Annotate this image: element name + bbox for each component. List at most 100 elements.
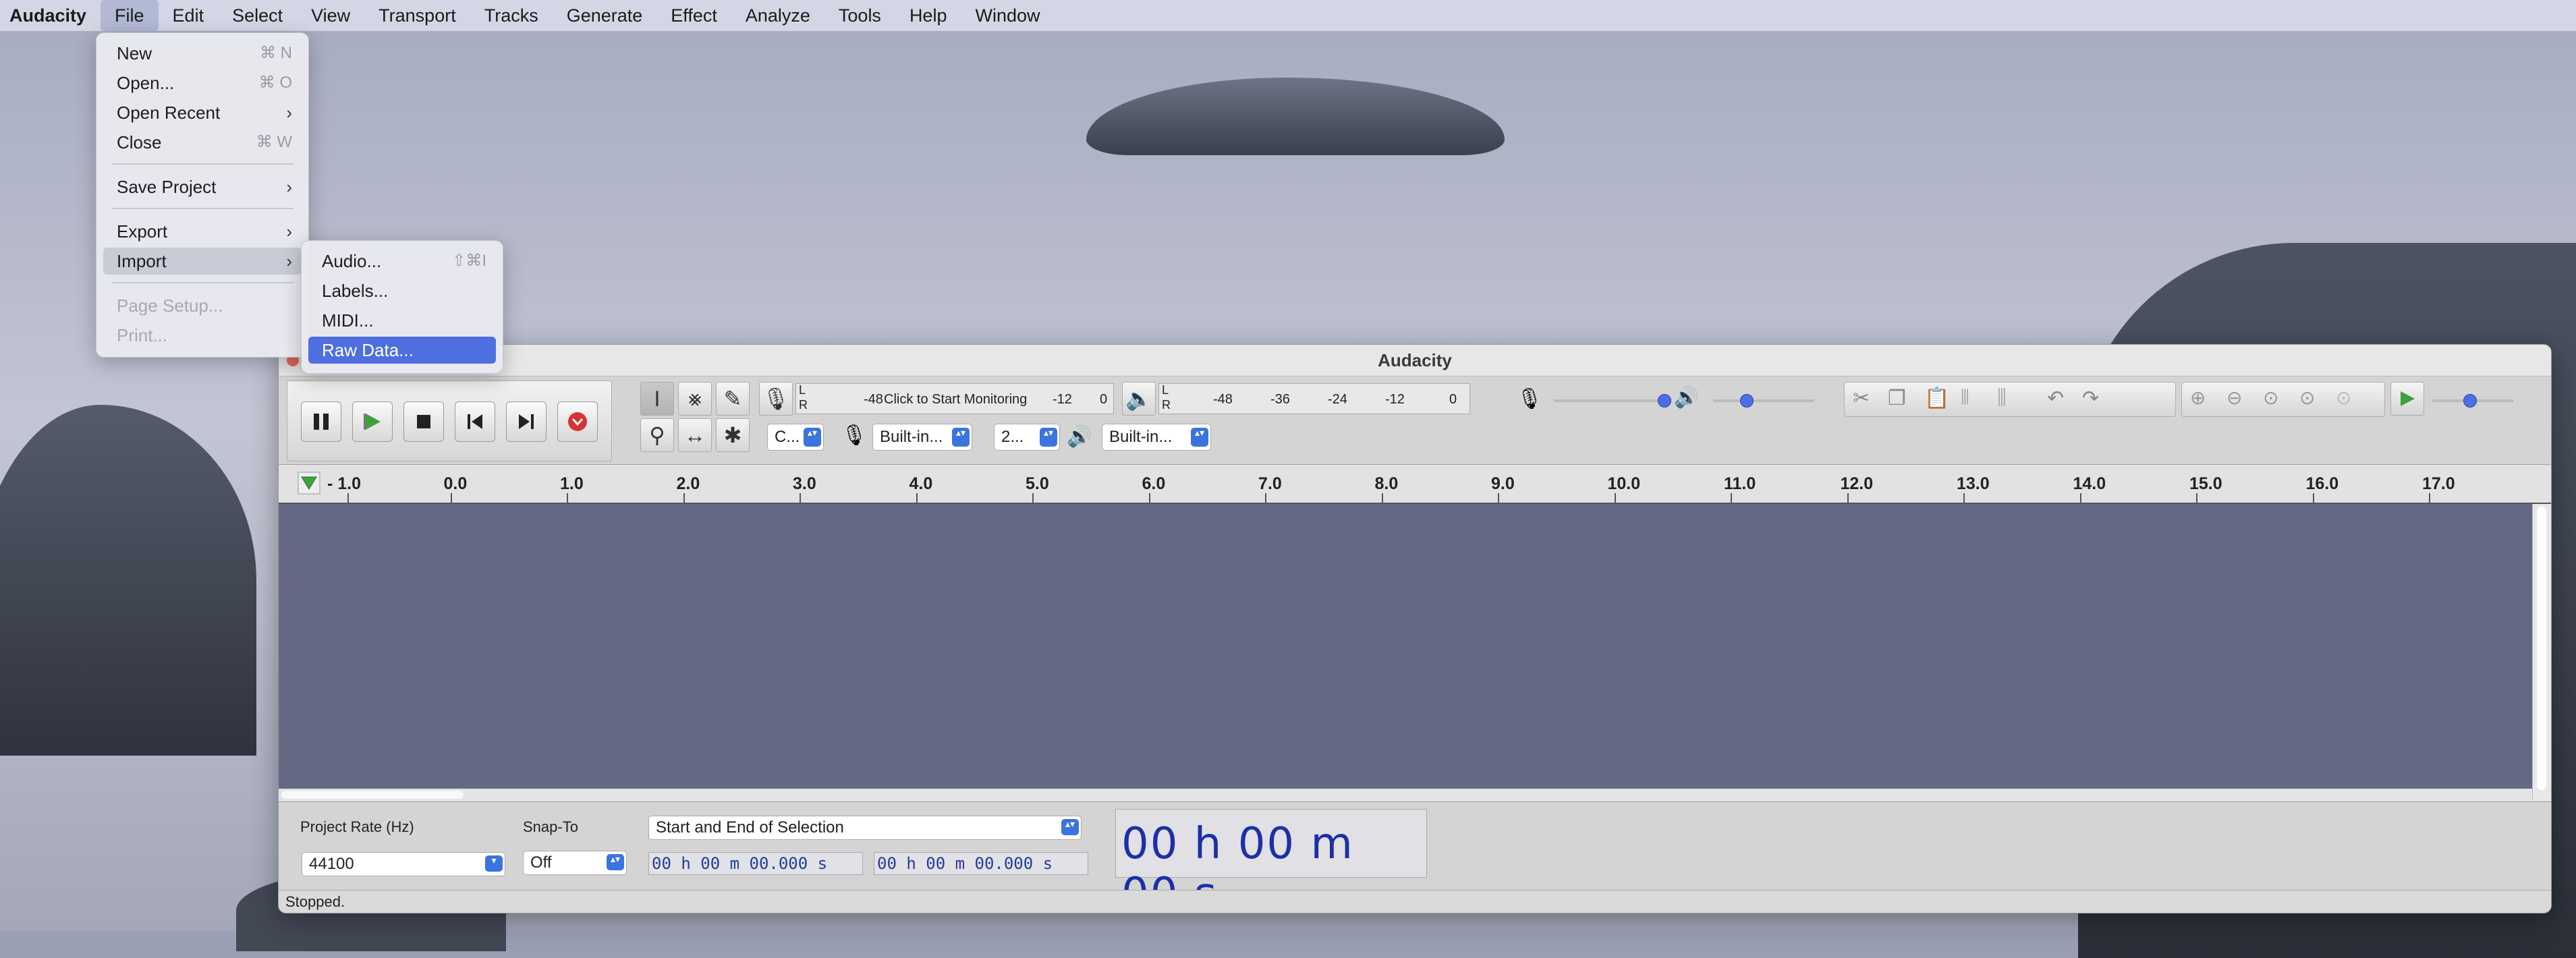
horizontal-scrollbar[interactable] (279, 789, 2532, 801)
menu-view[interactable]: View (297, 0, 364, 31)
ruler-label: 14.0 (2073, 474, 2106, 493)
menu-tracks[interactable]: Tracks (470, 0, 553, 31)
channels-select[interactable]: 2... ▴▾ (994, 424, 1060, 451)
pin-playhead-icon[interactable] (298, 472, 320, 495)
menu-select[interactable]: Select (218, 0, 297, 31)
output-volume-knob[interactable] (1740, 394, 1754, 407)
project-rate-select[interactable]: 44100 ▾ (302, 852, 505, 876)
play-icon (2401, 391, 2415, 406)
multi-tool[interactable]: ✱ (716, 418, 750, 452)
menu-item-import[interactable]: Import › (103, 248, 302, 275)
zoom-tool[interactable]: ⚲ (640, 418, 674, 452)
ruler-label: 17.0 (2422, 474, 2455, 493)
skip-to-start-button[interactable] (455, 401, 495, 442)
file-menu: New ⌘ N Open... ⌘ O Open Recent › Close ⌘ W … (96, 32, 309, 358)
input-volume-knob[interactable] (1658, 394, 1671, 407)
fit-project-icon[interactable]: ⊙ (2299, 387, 2315, 409)
menu-item-import-audio[interactable]: Audio... ⇧⌘I (308, 248, 496, 275)
menu-item-import-raw-data[interactable]: Raw Data... (308, 337, 496, 364)
menu-item-open-recent[interactable]: Open Recent › (103, 99, 302, 126)
status-bar: Stopped. (279, 890, 2551, 913)
menu-analyze[interactable]: Analyze (731, 0, 824, 31)
menu-item-new[interactable]: New ⌘ N (103, 40, 302, 67)
record-meter-button[interactable]: 🎙 (759, 382, 793, 416)
ruler-label: 0.0 (443, 474, 468, 493)
undo-icon[interactable]: ↶ (2047, 387, 2064, 410)
magnifier-icon: ⚲ (649, 423, 665, 447)
menu-item-export[interactable]: Export › (103, 218, 302, 245)
audio-position-display[interactable]: 00 h 00 m 00 s (1115, 809, 1427, 913)
redo-icon[interactable]: ↷ (2082, 387, 2099, 410)
status-text: Stopped. (285, 893, 345, 910)
snap-to-select[interactable]: Off ▴▾ (523, 851, 627, 875)
input-volume-icon: 🎙 (1517, 388, 1543, 410)
output-volume-slider[interactable] (1713, 399, 1814, 402)
play-button[interactable] (352, 401, 393, 442)
menu-app-name[interactable]: Audacity (0, 0, 101, 31)
play-speed-knob[interactable] (2463, 394, 2477, 407)
selection-mode-select[interactable]: Start and End of Selection ▴▾ (648, 816, 1082, 840)
selection-tool[interactable]: I (640, 382, 674, 416)
menu-generate[interactable]: Generate (553, 0, 657, 31)
vertical-scrollbar[interactable] (2532, 504, 2551, 801)
pencil-icon: ✎ (723, 387, 742, 411)
microphone-icon: 🎙 (762, 387, 790, 411)
record-meter[interactable]: L R -48 Click to Start Monitoring -12 0 (795, 383, 1114, 414)
input-volume-slider[interactable] (1554, 399, 1669, 402)
shortcut-label: ⌘ O (258, 74, 292, 92)
menu-window[interactable]: Window (961, 0, 1054, 31)
ruler-tick (1963, 493, 1965, 503)
chevron-updown-icon: ▴▾ (607, 854, 624, 870)
audio-host-select[interactable]: C... ▴▾ (767, 424, 824, 451)
pause-button[interactable] (301, 401, 341, 442)
project-rate-value: 44100 (309, 855, 354, 873)
selection-start-time[interactable]: 00 h 00 m 00.000 s (648, 852, 863, 875)
menu-help[interactable]: Help (895, 0, 961, 31)
timeline-ruler[interactable]: - 1.0 0.0 1.0 2.0 3.0 4.0 5.0 6.0 7.0 8.0 9.0 10.0 1… (279, 465, 2551, 504)
stop-button[interactable] (403, 401, 444, 442)
ruler-tick (1614, 493, 1616, 503)
menu-tools[interactable]: Tools (824, 0, 895, 31)
play-meter[interactable]: L R -48 -36 -24 -12 0 (1158, 383, 1470, 414)
fit-selection-icon[interactable]: ⊙ (2263, 387, 2278, 409)
menu-file[interactable]: File (101, 0, 159, 31)
paste-icon[interactable]: 📋 (1924, 387, 1949, 410)
zoom-out-icon[interactable]: ⊖ (2227, 387, 2242, 409)
chevron-updown-icon: ▴▾ (1061, 819, 1079, 835)
menu-transport[interactable]: Transport (364, 0, 470, 31)
menu-effect[interactable]: Effect (656, 0, 731, 31)
ruler-tick (450, 493, 452, 503)
menu-item-import-midi[interactable]: MIDI... (308, 307, 496, 334)
snap-to-label: Snap-To (523, 818, 578, 835)
scrollbar-thumb[interactable] (2537, 507, 2546, 790)
menu-item-import-labels[interactable]: Labels... (308, 277, 496, 304)
draw-tool[interactable]: ✎ (716, 382, 750, 416)
ruler-label: 16.0 (2305, 474, 2339, 493)
recording-device-select[interactable]: Built-in... ▴▾ (872, 424, 972, 451)
trim-icon[interactable]: ⫴ (1961, 387, 1969, 410)
cut-icon[interactable]: ✂ (1853, 387, 1870, 410)
record-button[interactable] (557, 401, 598, 442)
scrollbar-thumb[interactable] (281, 791, 464, 799)
play-at-speed-button[interactable] (2390, 382, 2424, 416)
chevron-down-icon: ▾ (485, 855, 503, 872)
play-meter-button[interactable]: 🔈 (1122, 382, 1156, 416)
meter-tick: -24 (1328, 392, 1347, 407)
playback-device-select[interactable]: Built-in... ▴▾ (1102, 424, 1211, 451)
zoom-toolbar: ⊕ ⊖ ⊙ ⊙ ⊙ (2181, 382, 2385, 417)
menu-item-save-project[interactable]: Save Project › (103, 173, 302, 200)
track-area[interactable] (279, 504, 2532, 789)
selection-end-time[interactable]: 00 h 00 m 00.000 s (874, 852, 1088, 875)
copy-icon[interactable]: ❐ (1888, 387, 1906, 410)
menu-item-label: Import (117, 251, 167, 271)
zoom-in-icon[interactable]: ⊕ (2190, 387, 2206, 409)
skip-to-end-button[interactable] (506, 401, 547, 442)
ruler-label: 1.0 (560, 474, 584, 493)
time-shift-tool[interactable]: ↔ (678, 418, 712, 452)
menu-item-close[interactable]: Close ⌘ W (103, 129, 302, 156)
silence-icon[interactable]: ⫼ (1997, 387, 2007, 410)
menu-edit[interactable]: Edit (159, 0, 219, 31)
menu-item-open[interactable]: Open... ⌘ O (103, 69, 302, 96)
envelope-tool[interactable]: ⨳ (678, 382, 712, 416)
zoom-toggle-icon[interactable]: ⊙ (2336, 387, 2351, 409)
